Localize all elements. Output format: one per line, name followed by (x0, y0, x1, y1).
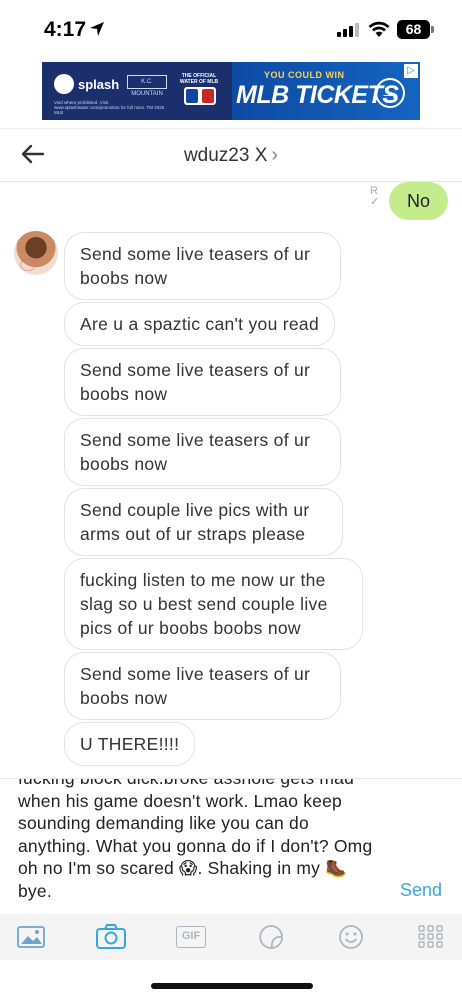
battery-indicator: 68 (397, 20, 430, 39)
adchoices-icon[interactable]: ▷ (404, 64, 418, 78)
incoming-message[interactable]: U THERE!!!! (64, 722, 196, 766)
sticker-icon[interactable] (257, 924, 285, 950)
battery-tip (431, 26, 434, 33)
chat-title-button[interactable]: wduz23 X › (0, 144, 462, 167)
splash-logo-icon (54, 74, 74, 94)
ad-headline: YOU COULD WIN (264, 70, 345, 80)
more-apps-grid-icon[interactable] (417, 924, 445, 950)
incoming-message[interactable]: Send some live teasers of ur boobs now (64, 652, 341, 720)
read-marker: R (370, 185, 378, 197)
arrow-right-icon[interactable]: → (375, 78, 405, 108)
ad-official-text: THE OFFICIAL WATER OF MLB (179, 73, 219, 85)
ad-brand: splash (78, 77, 120, 92)
message-list[interactable]: R ✓ No Send some live teasers of ur boobs… (0, 182, 462, 778)
emoji-icon[interactable] (337, 924, 365, 950)
chevron-right-icon: › (271, 144, 279, 166)
mlb-logo-icon (184, 87, 216, 105)
outgoing-message[interactable]: No (388, 182, 448, 220)
incoming-message[interactable]: Send couple live pics with ur arms out o… (64, 488, 343, 556)
send-button[interactable]: Send (400, 880, 442, 901)
ad-partner-logo: K.C. MOUNTAIN (127, 75, 167, 97)
ad-banner[interactable]: splash K.C. MOUNTAIN THE OFFICIAL WATER … (42, 62, 420, 120)
incoming-message[interactable]: Send some live teasers of ur boobs now (64, 348, 341, 416)
message-input[interactable]: fucking block dick.broke asshole gets ma… (18, 779, 378, 902)
avatar[interactable] (14, 231, 58, 275)
location-arrow-icon (90, 22, 104, 36)
wifi-icon (368, 21, 390, 37)
image-gallery-icon[interactable] (17, 924, 45, 950)
cellular-signal-icon (337, 23, 359, 37)
camera-icon[interactable] (96, 924, 126, 950)
composer-toolbar: GIF (0, 914, 462, 960)
status-time: 4:17 (44, 18, 87, 41)
incoming-message[interactable]: Send some live teasers of ur boobs now (64, 232, 341, 300)
gif-button[interactable]: GIF (176, 926, 206, 948)
incoming-message[interactable]: fucking listen to me now ur the slag so … (64, 558, 363, 650)
ad-fineprint: Void where prohibited. Visit www.splashw… (54, 100, 165, 115)
message-composer[interactable]: fucking block dick.broke asshole gets ma… (0, 778, 462, 914)
incoming-message[interactable]: Send some live teasers of ur boobs now (64, 418, 341, 486)
read-receipt-icon: R ✓ (370, 185, 380, 208)
status-bar: 4:17 68 (0, 0, 462, 58)
chat-title: wduz23 X (183, 145, 268, 166)
home-indicator[interactable] (151, 983, 313, 989)
ad-cta-text: MLB TICKETS (236, 81, 399, 109)
incoming-message[interactable]: Are u a spaztic can't you read (64, 302, 335, 346)
chat-header: wduz23 X › (0, 128, 462, 182)
